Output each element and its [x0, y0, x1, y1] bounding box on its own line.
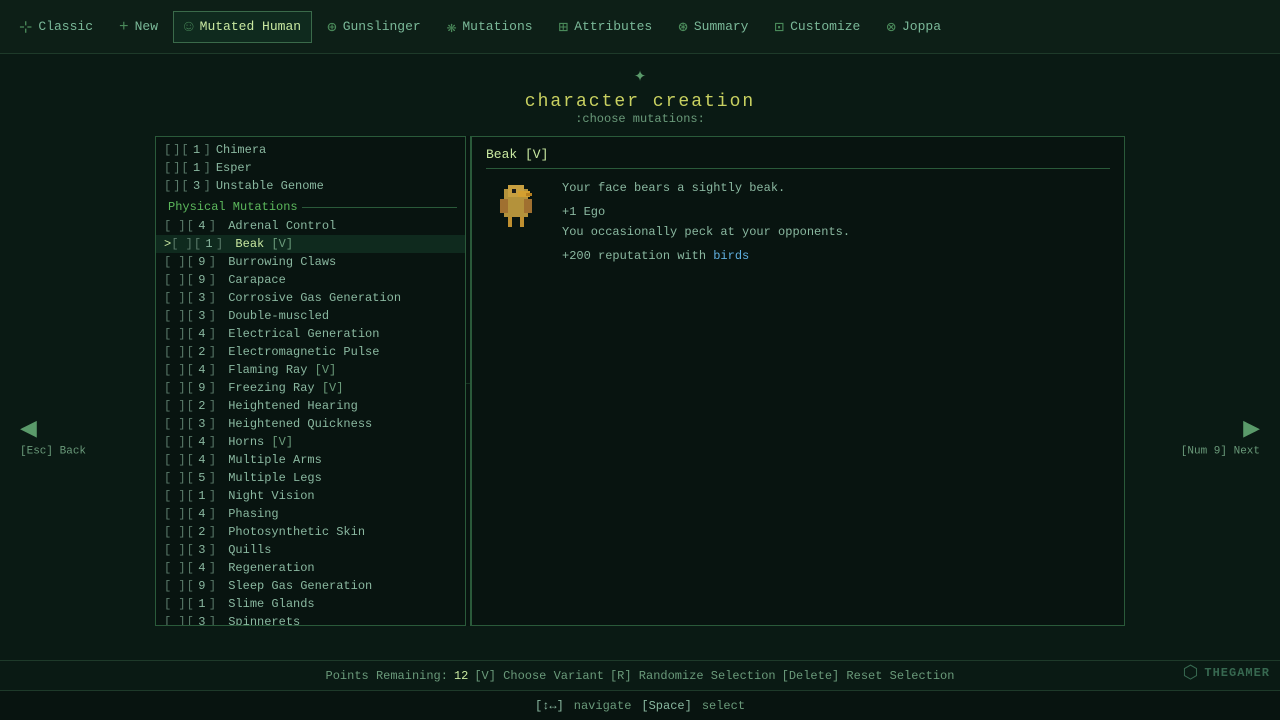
- detail-effect: You occasionally peck at your opponents.: [562, 223, 1110, 241]
- nav-gunslinger[interactable]: ⊕ Gunslinger: [316, 10, 432, 44]
- main-area: ◀ [Esc] Back ▶ [Num 9] Next ✦ character …: [0, 54, 1280, 720]
- bottom-nav-bar: [↕↔] navigate [Space] select: [0, 690, 1280, 720]
- top-navigation: ⊹ Classic + New ☺ Mutated Human ⊕ Gunsli…: [0, 0, 1280, 54]
- detail-panel: Beak [V]: [471, 136, 1125, 626]
- mutation-list-panel: [ ] [ 1 ] Chimera [ ] [ 1 ] Esper: [155, 136, 465, 626]
- nav-gunslinger-label: Gunslinger: [343, 19, 421, 34]
- list-item-heightened-quickness[interactable]: [ ] [3] Heightened Quickness: [156, 415, 465, 433]
- nav-joppa-label: Joppa: [902, 19, 941, 34]
- status-bar: Points Remaining: 12 [V] Choose Variant …: [0, 660, 1280, 690]
- watermark-icon: ⬡: [1183, 662, 1199, 684]
- list-item-electromagnetic-pulse[interactable]: [ ] [2] Electromagnetic Pulse: [156, 343, 465, 361]
- summary-icon: ⊛: [678, 17, 688, 37]
- nav-new[interactable]: + New: [108, 11, 169, 43]
- list-item-chimera[interactable]: [ ] [ 1 ] Chimera: [156, 141, 465, 159]
- list-item-night-vision[interactable]: [ ] [1] Night Vision: [156, 487, 465, 505]
- nav-mutations-label: Mutations: [462, 19, 532, 34]
- nav-customize-label: Customize: [790, 19, 860, 34]
- list-item-unstable-genome[interactable]: [ ] [ 3 ] Unstable Genome: [156, 177, 465, 195]
- detail-body: Your face bears a sightly beak. +1 Ego Y…: [486, 179, 1110, 263]
- nav-attributes-label: Attributes: [574, 19, 652, 34]
- nav-customize[interactable]: ⊡ Customize: [763, 10, 871, 44]
- list-item-double-muscled[interactable]: [ ] [3] Double-muscled: [156, 307, 465, 325]
- navigate-label: navigate: [574, 699, 632, 713]
- reputation-text: +200 reputation with: [562, 249, 706, 263]
- nav-attributes[interactable]: ⊞ Attributes: [548, 10, 664, 44]
- list-item-horns[interactable]: [ ] [4] Horns [V]: [156, 433, 465, 451]
- nav-mutated-human[interactable]: ☺ Mutated Human: [173, 11, 312, 43]
- list-item-phasing[interactable]: [ ] [4] Phasing: [156, 505, 465, 523]
- back-label: Back: [60, 446, 86, 458]
- mutation-list: [ ] [ 1 ] Chimera [ ] [ 1 ] Esper: [156, 137, 465, 626]
- list-item-photosynthetic-skin[interactable]: [ ] [2] Photosynthetic Skin: [156, 523, 465, 541]
- navigate-key: [↕↔]: [535, 699, 564, 713]
- list-item-multiple-legs[interactable]: [ ] [5] Multiple Legs: [156, 469, 465, 487]
- back-arrow[interactable]: ◀ [Esc] Back: [20, 411, 86, 458]
- list-item-electrical-generation[interactable]: [ ] [4] Electrical Generation: [156, 325, 465, 343]
- section-header-label: Physical Mutations: [168, 200, 298, 214]
- reputation-faction: birds: [713, 249, 749, 263]
- list-item-multiple-arms[interactable]: [ ] [4] Multiple Arms: [156, 451, 465, 469]
- select-label: select: [702, 699, 745, 713]
- physical-mutations-header: Physical Mutations: [156, 197, 465, 217]
- list-item-regeneration[interactable]: [ ] [4] Regeneration: [156, 559, 465, 577]
- new-icon: +: [119, 18, 129, 36]
- points-value: 12: [454, 669, 468, 683]
- nav-summary[interactable]: ⊛ Summary: [667, 10, 759, 44]
- page-subtitle: :choose mutations:: [0, 112, 1280, 126]
- list-item-corrosive-gas[interactable]: [ ] [3] Corrosive Gas Generation: [156, 289, 465, 307]
- delete-label: [Delete] Reset Selection: [782, 669, 955, 683]
- points-label: Points Remaining:: [326, 669, 448, 683]
- title-area: ✦ character creation :choose mutations:: [0, 54, 1280, 126]
- watermark: ⬡ THEGAMER: [1183, 662, 1270, 684]
- joppa-icon: ⊗: [886, 17, 896, 37]
- attributes-icon: ⊞: [559, 17, 569, 37]
- v-label: [V] Choose Variant: [474, 669, 604, 683]
- detail-header: Beak [V]: [486, 147, 1110, 169]
- panels-container: [ ] [ 1 ] Chimera [ ] [ 1 ] Esper: [155, 136, 1125, 626]
- list-item-slime-glands[interactable]: [ ] [1] Slime Glands: [156, 595, 465, 613]
- detail-stat-text: +1 Ego: [562, 205, 605, 219]
- detail-reputation: +200 reputation with birds: [562, 249, 1110, 263]
- nav-new-label: New: [135, 19, 158, 34]
- mutations-icon: ❋: [447, 17, 457, 37]
- list-item-carapace[interactable]: [ ] [9] Carapace: [156, 271, 465, 289]
- next-label: Next: [1234, 446, 1260, 458]
- detail-title: Beak [V]: [486, 147, 548, 162]
- list-item-burrowing-claws[interactable]: [ ] [9] Burrowing Claws: [156, 253, 465, 271]
- nav-classic[interactable]: ⊹ Classic: [8, 10, 104, 44]
- detail-description: Your face bears a sightly beak.: [562, 179, 1110, 197]
- classic-icon: ⊹: [19, 17, 32, 37]
- list-item-heightened-hearing[interactable]: [ ] [2] Heightened Hearing: [156, 397, 465, 415]
- detail-stat: +1 Ego: [562, 205, 1110, 219]
- beak-sprite: [488, 181, 544, 237]
- list-item-adrenal-control[interactable]: [ ] [4] Adrenal Control: [156, 217, 465, 235]
- list-item-beak[interactable]: > [ ] [1] Beak [V]: [156, 235, 465, 253]
- list-item-flaming-ray[interactable]: [ ] [4] Flaming Ray [V]: [156, 361, 465, 379]
- nav-classic-label: Classic: [38, 19, 93, 34]
- back-key: [Esc]: [20, 446, 53, 458]
- beak-icon-area: [486, 179, 546, 239]
- list-item-quills[interactable]: [ ] [3] Quills: [156, 541, 465, 559]
- title-icon: ✦: [0, 62, 1280, 88]
- nav-mutated-human-label: Mutated Human: [200, 19, 301, 34]
- watermark-text: THEGAMER: [1204, 666, 1270, 680]
- next-key: [Num 9]: [1181, 446, 1227, 458]
- list-item-sleep-gas[interactable]: [ ] [9] Sleep Gas Generation: [156, 577, 465, 595]
- select-key: [Space]: [641, 699, 691, 713]
- next-arrow[interactable]: ▶ [Num 9] Next: [1181, 411, 1260, 458]
- nav-joppa[interactable]: ⊗ Joppa: [875, 10, 952, 44]
- customize-icon: ⊡: [774, 17, 784, 37]
- mutated-human-icon: ☺: [184, 18, 194, 36]
- list-item-spinnerets[interactable]: [ ] [3] Spinnerets: [156, 613, 465, 626]
- section-divider: [302, 207, 457, 208]
- r-label: [R] Randomize Selection: [610, 669, 776, 683]
- list-item-esper[interactable]: [ ] [ 1 ] Esper: [156, 159, 465, 177]
- page-title: character creation: [0, 92, 1280, 112]
- detail-text-area: Your face bears a sightly beak. +1 Ego Y…: [562, 179, 1110, 263]
- nav-mutations[interactable]: ❋ Mutations: [436, 10, 544, 44]
- nav-summary-label: Summary: [694, 19, 749, 34]
- gunslinger-icon: ⊕: [327, 17, 337, 37]
- list-item-freezing-ray[interactable]: [ ] [9] Freezing Ray [V]: [156, 379, 465, 397]
